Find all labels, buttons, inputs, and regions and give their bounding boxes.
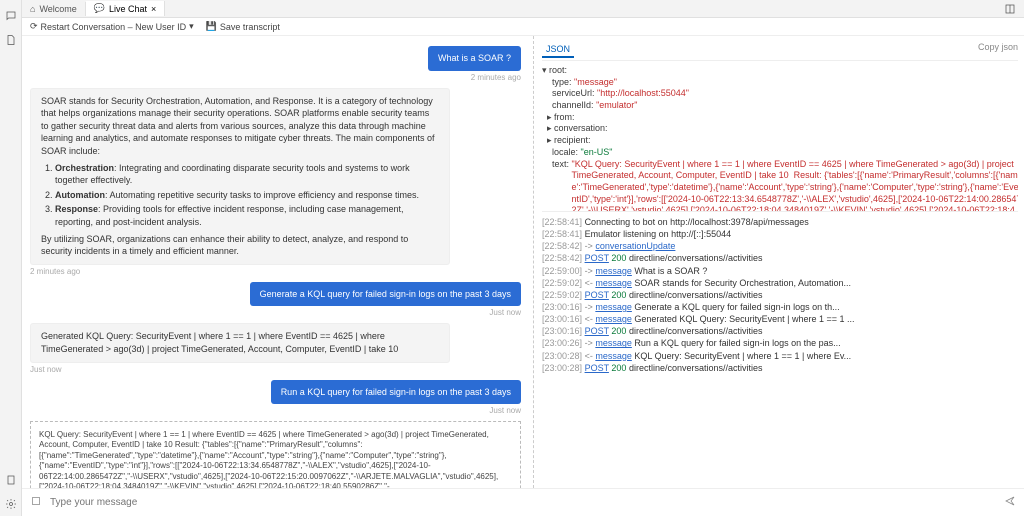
home-icon: ⌂ — [30, 4, 35, 14]
chat-pane: What is a SOAR ? 2 minutes ago SOAR stan… — [22, 36, 534, 488]
message-timestamp: Just now — [271, 406, 521, 415]
files-icon[interactable] — [3, 32, 19, 48]
tab-bar: ⌂Welcome 💬Live Chat× — [22, 0, 1024, 18]
user-message[interactable]: What is a SOAR ? — [428, 46, 521, 71]
restart-conversation-button[interactable]: ⟳Restart Conversation – New User ID▾ — [30, 21, 194, 32]
tab-welcome[interactable]: ⌂Welcome — [22, 2, 86, 16]
inspector-pane: JSON Copy json ▾ root: type: "message" s… — [534, 36, 1024, 488]
json-tree[interactable]: ▾ root: type: "message" serviceUrl: "htt… — [542, 61, 1018, 211]
attach-icon[interactable] — [30, 495, 42, 510]
chevron-down-icon: ▾ — [189, 21, 194, 32]
save-icon: 💾 — [206, 21, 217, 32]
resources-icon[interactable] — [3, 472, 19, 488]
message-composer — [22, 488, 1024, 516]
chat-toolbar: ⟳Restart Conversation – New User ID▾ 💾Sa… — [22, 18, 1024, 36]
close-icon[interactable]: × — [151, 4, 156, 14]
tab-json[interactable]: JSON — [542, 42, 574, 58]
user-message[interactable]: Run a KQL query for failed sign-in logs … — [271, 380, 521, 405]
bot-pending-message[interactable]: KQL Query: SecurityEvent | where 1 == 1 … — [30, 421, 521, 488]
main-area: ⌂Welcome 💬Live Chat× ⟳Restart Conversati… — [22, 0, 1024, 516]
message-timestamp: 2 minutes ago — [30, 267, 450, 276]
chat-tab-icon: 💬 — [94, 3, 105, 14]
message-input[interactable] — [50, 497, 996, 508]
log-panel[interactable]: [22:58:41] Connecting to bot on http://l… — [542, 211, 1018, 488]
refresh-icon: ⟳ — [30, 21, 38, 32]
user-message[interactable]: Generate a KQL query for failed sign-in … — [250, 282, 521, 307]
message-timestamp: Just now — [30, 365, 450, 374]
copy-json-button[interactable]: Copy json — [978, 42, 1018, 58]
tab-livechat[interactable]: 💬Live Chat× — [86, 1, 166, 16]
message-timestamp: Just now — [250, 308, 521, 317]
settings-icon[interactable] — [3, 496, 19, 512]
activity-bar — [0, 0, 22, 516]
chat-icon[interactable] — [3, 8, 19, 24]
save-transcript-button[interactable]: 💾Save transcript — [206, 21, 280, 32]
bot-message[interactable]: Generated KQL Query: SecurityEvent | whe… — [30, 323, 450, 362]
split-editor-button[interactable] — [996, 1, 1024, 17]
send-icon[interactable] — [1004, 495, 1016, 510]
message-timestamp: 2 minutes ago — [428, 73, 521, 82]
bot-message[interactable]: SOAR stands for Security Orchestration, … — [30, 88, 450, 265]
